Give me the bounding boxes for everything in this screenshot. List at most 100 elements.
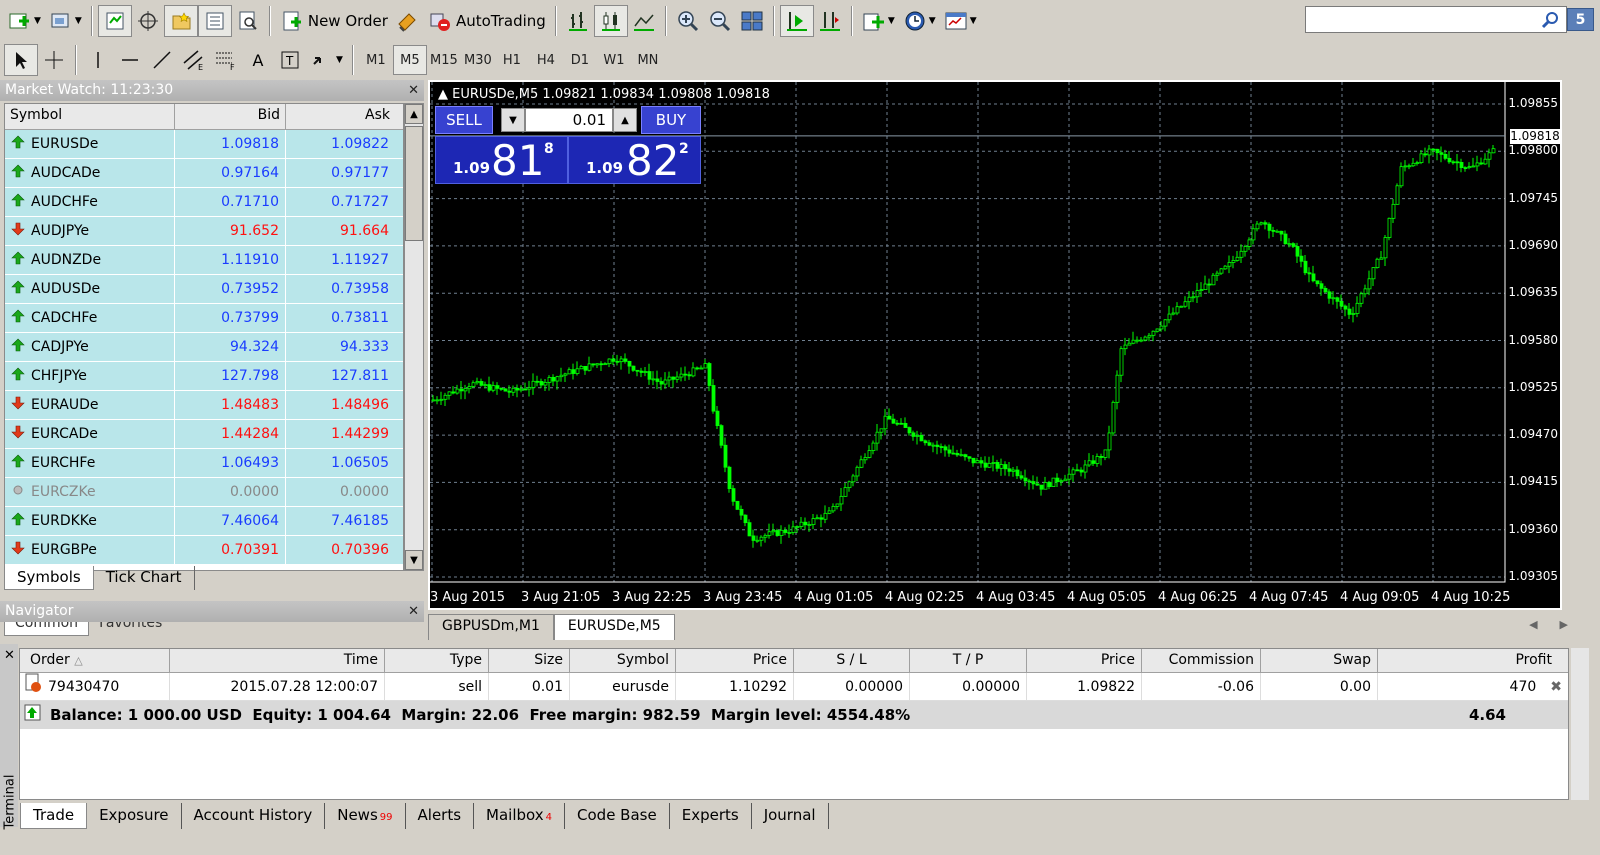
metaeditor-button[interactable]	[392, 5, 424, 37]
market-watch-row[interactable]: EURCZKe 0.0000 0.0000	[5, 478, 403, 507]
tile-windows-button[interactable]	[736, 5, 768, 37]
market-watch-button[interactable]	[97, 5, 132, 37]
trendline-button[interactable]	[146, 44, 178, 76]
market-watch-row[interactable]: EURCHFe 1.06493 1.06505	[5, 449, 403, 478]
market-watch-row[interactable]: EURCADe 1.44284 1.44299	[5, 420, 403, 449]
column-header-symbol[interactable]: Symbol	[570, 649, 676, 672]
equidistant-channel-button[interactable]: E	[178, 44, 210, 76]
tab-favorites[interactable]: Favorites	[89, 622, 172, 636]
bar-chart-button[interactable]	[562, 5, 594, 37]
tab-symbols[interactable]: Symbols	[4, 566, 94, 590]
search-input[interactable]	[1305, 6, 1567, 33]
timeframe-w1-button[interactable]: W1	[597, 45, 631, 75]
messages-button[interactable]: 5	[1567, 8, 1594, 31]
column-header-profit[interactable]: Profit	[1378, 649, 1568, 672]
navigator-button[interactable]	[163, 5, 198, 37]
column-header-bid[interactable]: Bid	[175, 104, 286, 129]
column-header-tp[interactable]: T / P	[910, 649, 1027, 672]
profiles-button[interactable]: ▼	[45, 5, 86, 37]
column-header-type[interactable]: Type	[385, 649, 489, 672]
text-button[interactable]: A	[242, 44, 274, 76]
buy-button[interactable]: BUY	[641, 106, 701, 134]
crosshair-button[interactable]	[38, 44, 70, 76]
market-watch-row[interactable]: CHFJPYe 127.798 127.811	[5, 362, 403, 391]
data-window-button[interactable]	[132, 5, 164, 37]
order-sl[interactable]: 0.00000	[794, 673, 910, 700]
vertical-line-button[interactable]	[82, 44, 114, 76]
market-watch-row[interactable]: AUDNZDe 1.11910 1.11927	[5, 246, 403, 275]
templates-button[interactable]: ▼	[940, 5, 981, 37]
timeframe-h4-button[interactable]: H4	[529, 45, 563, 75]
market-watch-row[interactable]: AUDUSDe 0.73952 0.73958	[5, 275, 403, 304]
column-header-swap[interactable]: Swap	[1261, 649, 1378, 672]
terminal-scrollbar[interactable]	[1571, 648, 1589, 800]
tab-code-base[interactable]: Code Base	[565, 803, 670, 829]
timeframe-m30-button[interactable]: M30	[461, 45, 495, 75]
chart-title-arrow-icon[interactable]: ▲	[438, 87, 448, 102]
tab-news[interactable]: News 99	[325, 803, 406, 829]
market-watch-scrollbar[interactable]: ▲ ▼	[404, 103, 424, 571]
lot-increase-icon[interactable]: ▲	[613, 108, 637, 132]
zoom-in-button[interactable]	[672, 5, 704, 37]
scroll-up-icon[interactable]: ▲	[405, 104, 423, 124]
column-header-time[interactable]: Time	[170, 649, 385, 672]
close-order-icon[interactable]: ✖	[1550, 676, 1562, 697]
tab-alerts[interactable]: Alerts	[406, 803, 475, 829]
periods-button[interactable]: ▼	[899, 5, 940, 37]
auto-scroll-button[interactable]	[779, 5, 814, 37]
market-watch-row[interactable]: EURAUDe 1.48483 1.48496	[5, 391, 403, 420]
auto-trading-button[interactable]: AutoTrading	[424, 5, 550, 37]
close-icon[interactable]: ✕	[408, 80, 419, 101]
sell-button[interactable]: SELL	[435, 106, 493, 134]
close-icon[interactable]: ✕	[408, 601, 419, 622]
column-header-ask[interactable]: Ask	[286, 104, 395, 129]
scroll-thumb[interactable]	[405, 126, 423, 241]
timeframe-mn-button[interactable]: MN	[631, 45, 665, 75]
market-watch-row[interactable]: CADJPYe 94.324 94.333	[5, 333, 403, 362]
column-header-open-price[interactable]: Price	[676, 649, 794, 672]
cursor-button[interactable]	[4, 44, 38, 76]
market-watch-row[interactable]: EURUSDe 1.09818 1.09822	[5, 130, 403, 159]
arrows-button[interactable]: ▼	[306, 44, 347, 76]
market-watch-row[interactable]: AUDJPYe 91.652 91.664	[5, 217, 403, 246]
column-header-sl[interactable]: S / L	[794, 649, 910, 672]
sell-price-box[interactable]: 1.09 81 8	[435, 136, 568, 185]
chart-tab-gbpusdm[interactable]: GBPUSDm,M1	[428, 614, 554, 640]
scroll-down-icon[interactable]: ▼	[405, 550, 423, 570]
column-header-symbol[interactable]: Symbol	[5, 104, 175, 129]
tab-common[interactable]: Common	[4, 622, 90, 636]
chart-tab-eurusde[interactable]: EURUSDe,M5	[553, 614, 675, 640]
tab-tick-chart[interactable]: Tick Chart	[94, 566, 195, 590]
market-watch-row[interactable]: EURGBPe 0.70391 0.70396	[5, 536, 403, 565]
text-label-button[interactable]: T	[274, 44, 306, 76]
tab-account-history[interactable]: Account History	[182, 803, 326, 829]
line-chart-button[interactable]	[628, 5, 660, 37]
column-header-order[interactable]: Order △	[20, 649, 170, 672]
price-chart[interactable]: ▲ EURUSDe,M5 1.09821 1.09834 1.09808 1.0…	[428, 80, 1562, 610]
fibonacci-button[interactable]: F	[210, 44, 242, 76]
tab-exposure[interactable]: Exposure	[87, 803, 182, 829]
candlestick-button[interactable]	[593, 5, 628, 37]
order-tp[interactable]: 0.00000	[910, 673, 1027, 700]
order-row[interactable]: 79430470 2015.07.28 12:00:07 sell 0.01 e…	[20, 673, 1568, 701]
tab-experts[interactable]: Experts	[670, 803, 752, 829]
column-header-commission[interactable]: Commission	[1142, 649, 1261, 672]
market-watch-row[interactable]: AUDCADe 0.97164 0.97177	[5, 159, 403, 188]
timeframe-m15-button[interactable]: M15	[427, 45, 461, 75]
tab-journal[interactable]: Journal	[752, 803, 829, 829]
lot-size-input[interactable]: 0.01	[525, 108, 613, 132]
new-chart-button[interactable]: ▼	[4, 5, 45, 37]
market-watch-row[interactable]: EURDKKe 7.46064 7.46185	[5, 507, 403, 536]
timeframe-h1-button[interactable]: H1	[495, 45, 529, 75]
column-header-size[interactable]: Size	[489, 649, 570, 672]
tab-mailbox[interactable]: Mailbox 4	[474, 803, 566, 829]
close-icon[interactable]: ✕	[4, 648, 15, 663]
new-order-button[interactable]: New Order	[276, 5, 392, 37]
market-watch-row[interactable]: CADCHFe 0.73799 0.73811	[5, 304, 403, 333]
zoom-out-button[interactable]	[704, 5, 736, 37]
search-icon[interactable]	[1540, 10, 1560, 34]
timeframe-m5-button[interactable]: M5	[392, 45, 427, 75]
timeframe-m1-button[interactable]: M1	[359, 45, 393, 75]
strategy-tester-button[interactable]	[232, 5, 264, 37]
chart-shift-button[interactable]	[814, 5, 846, 37]
